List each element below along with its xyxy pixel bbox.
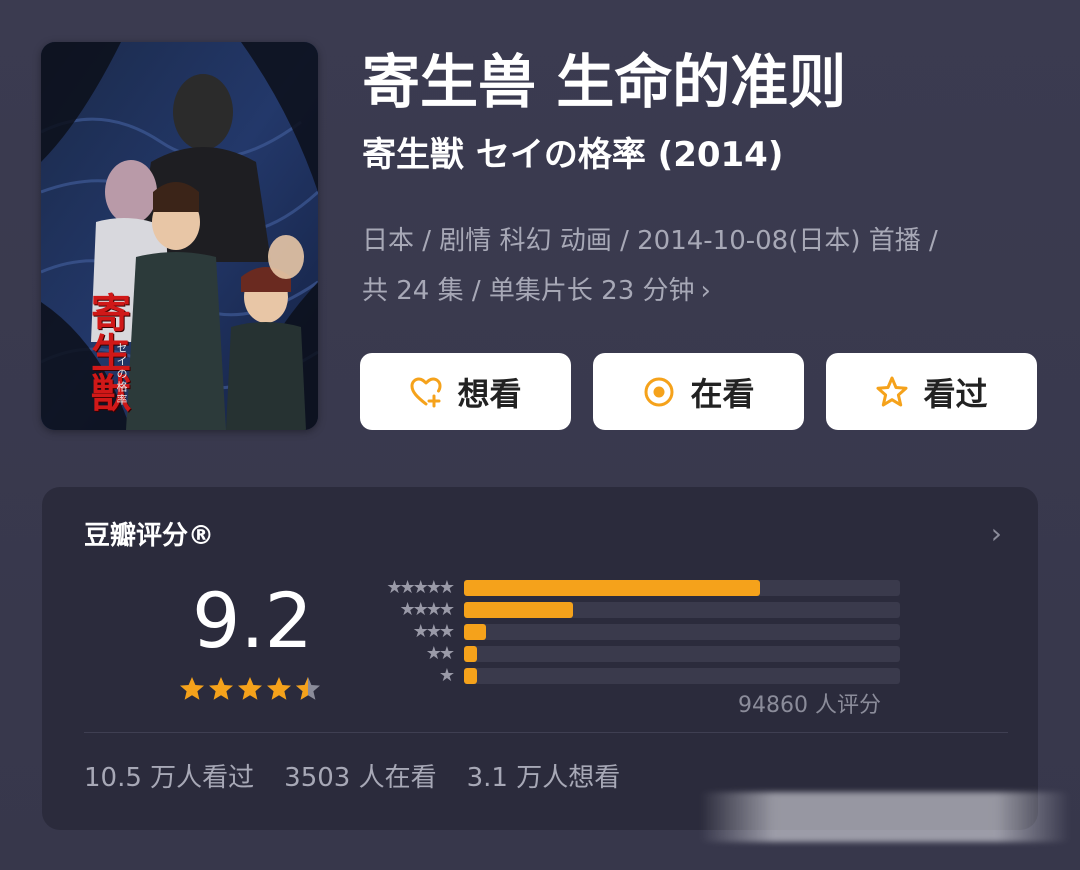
watching-count[interactable]: 3503 人在看: [284, 757, 436, 794]
dist-bar-fill: [464, 602, 573, 618]
dist-bar-fill: [464, 646, 478, 662]
dist-bar-track: [464, 580, 900, 596]
want-to-watch-label: 想看: [457, 374, 522, 413]
star-half-icon: [294, 675, 322, 703]
meta-line-2-wrap: 共 24 集 / 单集片长 23 分钟 ›: [362, 266, 1052, 316]
watched-label: 看过: [923, 374, 988, 413]
watching-label: 在看: [690, 374, 755, 413]
dist-stars-label: ★★★★: [399, 599, 455, 620]
dist-bar-fill: [464, 624, 486, 640]
meta-line-1: 日本 / 剧情 科幻 动画 / 2014-10-08(日本) 首播 /: [362, 226, 938, 256]
watching-button[interactable]: 在看: [593, 353, 804, 430]
rating-stars: [178, 675, 322, 703]
rating-score: 9.2: [192, 576, 313, 665]
watch-stats: 10.5 万人看过 3503 人在看 3.1 万人想看: [84, 757, 620, 794]
dist-row-3: ★★★: [352, 621, 952, 643]
dist-stars-label: ★★★★★: [386, 577, 455, 598]
dist-stars-label: ★★: [425, 643, 455, 664]
target-circle-icon: [642, 375, 676, 409]
watermark: [700, 792, 1070, 842]
star-outline-icon: [875, 375, 909, 409]
original-title: 寄生獣 セイの格率 (2014): [362, 135, 784, 175]
rating-distribution: ★★★★★ ★★★★ ★★★ ★★ ★: [352, 577, 952, 687]
action-buttons: 想看 在看 看过: [360, 353, 1037, 430]
rating-card[interactable]: 豆瓣评分® › 9.2 ★★★★★ ★★★★ ★★★ ★★ ★ 94860 人评…: [42, 487, 1038, 830]
meta-line-2: 共 24 集 / 单集片长 23 分钟: [362, 276, 695, 306]
want-to-watch-button[interactable]: 想看: [360, 353, 571, 430]
dist-bar-fill: [464, 580, 761, 596]
dist-row-1: ★: [352, 665, 952, 687]
dist-bar-track: [464, 646, 900, 662]
dist-stars-label: ★: [438, 665, 455, 686]
want-count[interactable]: 3.1 万人想看: [467, 757, 621, 794]
star-full-icon: [236, 675, 264, 703]
rating-header: 豆瓣评分®: [84, 521, 215, 551]
page: 寄生獣 セイの格率 寄生兽 生命的准则 寄生獣 セイの格率 (2014) 日本 …: [0, 0, 1080, 870]
dist-bar-track: [464, 624, 900, 640]
dist-row-5: ★★★★★: [352, 577, 952, 599]
dist-bar-track: [464, 602, 900, 618]
divider: [84, 732, 1008, 733]
dist-row-4: ★★★★: [352, 599, 952, 621]
star-full-icon: [265, 675, 293, 703]
poster-artwork: [41, 42, 318, 430]
meta-info[interactable]: 日本 / 剧情 科幻 动画 / 2014-10-08(日本) 首播 / 共 24…: [362, 216, 1052, 316]
chevron-right-icon[interactable]: ›: [701, 266, 711, 316]
poster-image[interactable]: 寄生獣 セイの格率: [41, 42, 318, 430]
page-title: 寄生兽 生命的准则: [362, 48, 847, 116]
watched-button[interactable]: 看过: [826, 353, 1037, 430]
dist-row-2: ★★: [352, 643, 952, 665]
dist-bar-fill: [464, 668, 478, 684]
dist-bar-track: [464, 668, 900, 684]
rating-count: 94860 人评分: [738, 693, 881, 718]
watched-count[interactable]: 10.5 万人看过: [84, 757, 254, 794]
heart-plus-icon: [409, 375, 443, 409]
star-full-icon: [178, 675, 206, 703]
poster-subtitle: セイの格率: [115, 342, 128, 407]
star-full-icon: [207, 675, 235, 703]
chevron-right-icon[interactable]: ›: [991, 517, 1002, 550]
dist-stars-label: ★★★: [412, 621, 455, 642]
